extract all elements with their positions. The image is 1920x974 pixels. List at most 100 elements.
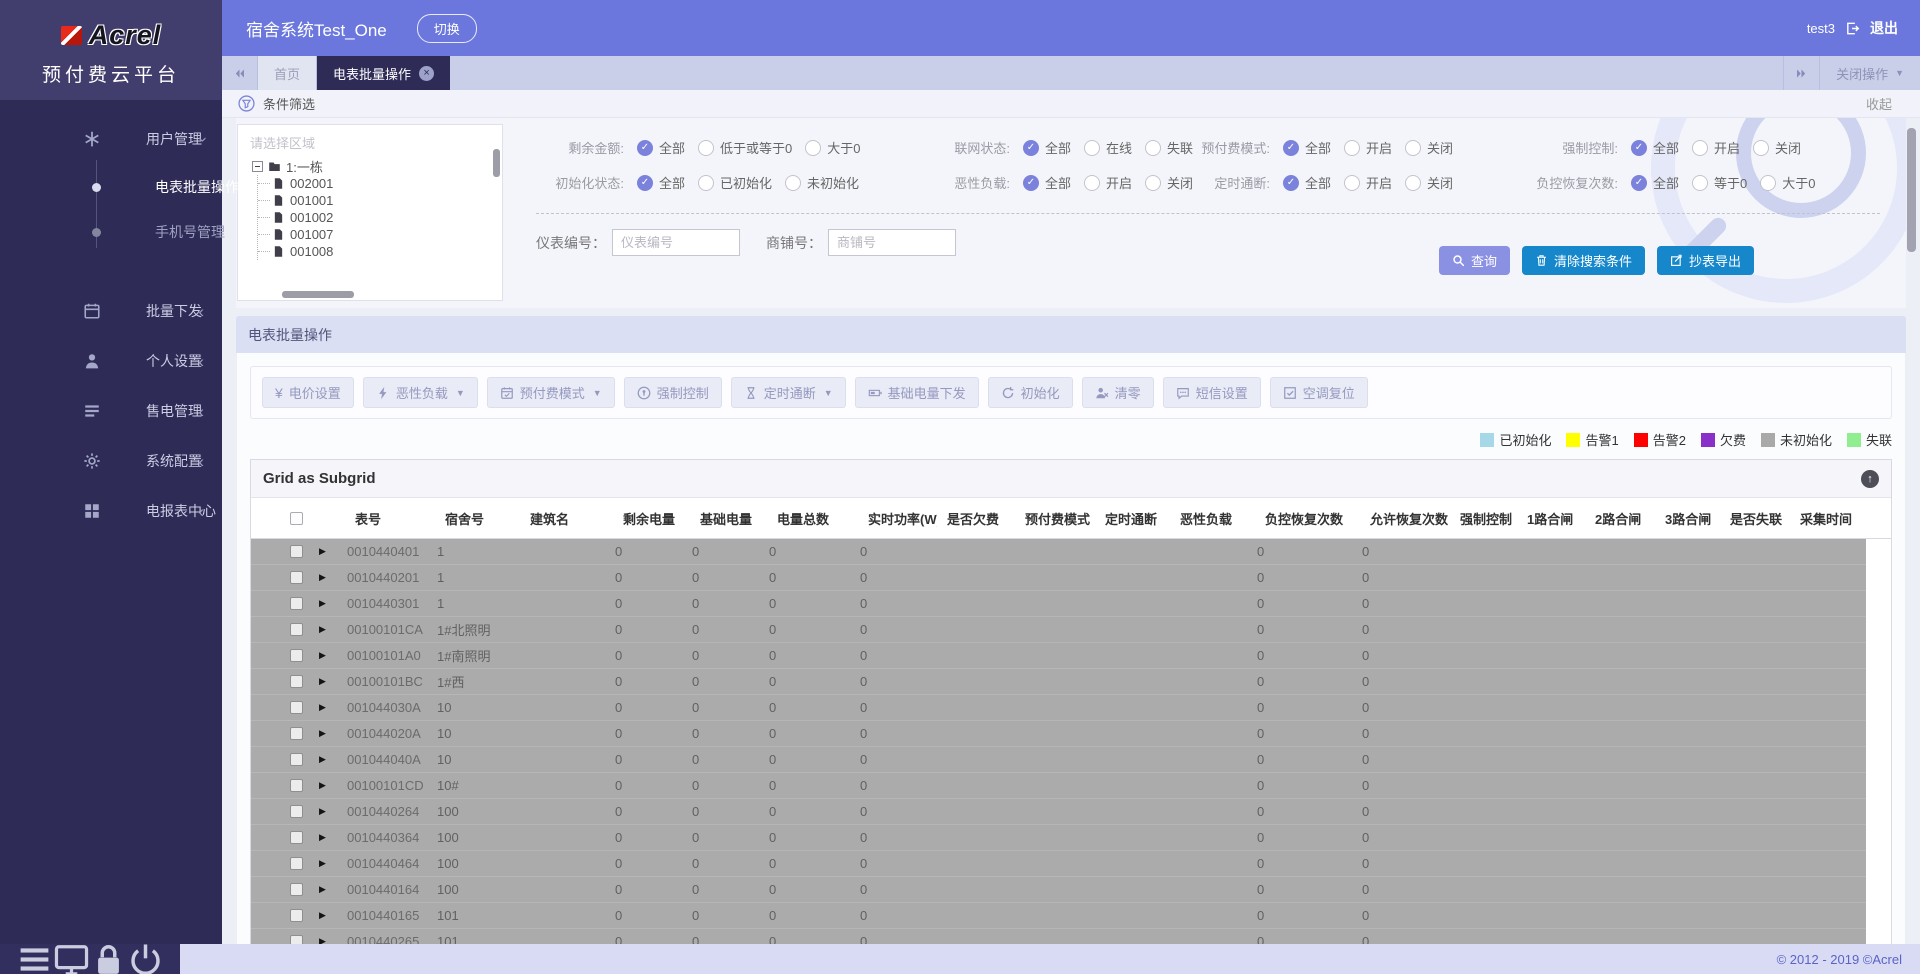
radio-option[interactable]: 关闭 xyxy=(1753,138,1801,157)
radio-option[interactable]: ✓全部 xyxy=(1283,173,1331,192)
radio-option[interactable]: ✓全部 xyxy=(1631,138,1679,157)
row-checkbox[interactable] xyxy=(290,675,303,688)
column-header-17[interactable]: 是否失联 xyxy=(1720,509,1790,528)
column-header-5[interactable]: 电量总数 xyxy=(767,509,858,528)
row-checkbox[interactable] xyxy=(290,545,303,558)
row-checkbox[interactable] xyxy=(290,753,303,766)
toolbar-button-1[interactable]: 恶性负载▼ xyxy=(363,377,478,408)
radio-checked-icon[interactable]: ✓ xyxy=(1023,140,1039,156)
radio-option[interactable]: 关闭 xyxy=(1405,138,1453,157)
row-checkbox[interactable] xyxy=(290,805,303,818)
toolbar-button-9[interactable]: 空调复位 xyxy=(1270,377,1368,408)
grid-collapse-icon[interactable]: ↑ xyxy=(1861,470,1879,488)
expand-row-icon[interactable]: ▶ xyxy=(319,885,326,894)
switch-system-button[interactable]: 切换 xyxy=(417,14,477,43)
shop-no-input[interactable] xyxy=(828,229,956,256)
row-checkbox[interactable] xyxy=(290,623,303,636)
radio-icon[interactable] xyxy=(698,140,714,156)
radio-option[interactable]: 等于0 xyxy=(1692,173,1747,192)
radio-option[interactable]: 大于0 xyxy=(1760,173,1815,192)
expand-row-icon[interactable]: ▶ xyxy=(319,911,326,920)
radio-option[interactable]: 在线 xyxy=(1084,138,1132,157)
radio-option[interactable]: 开启 xyxy=(1084,173,1132,192)
column-header-4[interactable]: 基础电量 xyxy=(690,509,767,528)
radio-checked-icon[interactable]: ✓ xyxy=(1283,140,1299,156)
radio-option[interactable]: 未初始化 xyxy=(785,173,859,192)
expand-row-icon[interactable]: ▶ xyxy=(319,781,326,790)
tab-1[interactable]: 电表批量操作× xyxy=(317,56,450,90)
expand-row-icon[interactable]: ▶ xyxy=(319,547,326,556)
row-checkbox[interactable] xyxy=(290,701,303,714)
tree-node-0[interactable]: 002001 xyxy=(258,175,502,192)
sidebar-item-5[interactable]: 电报表中心‹ xyxy=(0,486,222,536)
filter-action-2[interactable]: 抄表导出 xyxy=(1657,246,1754,275)
row-checkbox[interactable] xyxy=(290,597,303,610)
radio-option[interactable]: ✓全部 xyxy=(1023,138,1071,157)
radio-icon[interactable] xyxy=(1753,140,1769,156)
filter-action-0[interactable]: 查询 xyxy=(1439,246,1510,275)
column-header-0[interactable]: 表号 xyxy=(345,509,435,528)
toolbar-button-5[interactable]: 基础电量下发 xyxy=(855,377,979,408)
radio-option[interactable]: 开启 xyxy=(1344,173,1392,192)
column-header-1[interactable]: 宿舍号 xyxy=(435,509,520,528)
tree-node-4[interactable]: 001008 xyxy=(258,243,502,260)
radio-checked-icon[interactable]: ✓ xyxy=(1631,175,1647,191)
column-header-6[interactable]: 实时功率(W) xyxy=(858,509,937,528)
radio-icon[interactable] xyxy=(1405,140,1421,156)
expand-row-icon[interactable]: ▶ xyxy=(319,625,326,634)
radio-checked-icon[interactable]: ✓ xyxy=(1283,175,1299,191)
radio-icon[interactable] xyxy=(1692,140,1708,156)
radio-icon[interactable] xyxy=(805,140,821,156)
column-header-9[interactable]: 定时通断 xyxy=(1095,509,1170,528)
row-checkbox[interactable] xyxy=(290,779,303,792)
radio-icon[interactable] xyxy=(1405,175,1421,191)
tree-horizontal-scrollbar[interactable] xyxy=(282,291,354,298)
sidebar-subitem-1[interactable]: 手机号管理 xyxy=(0,209,222,254)
sidebar-item-3[interactable]: 售电管理‹ xyxy=(0,386,222,436)
tabs-scroll-left-button[interactable] xyxy=(222,56,258,90)
tree-root-node[interactable]: 1:一栋 xyxy=(252,157,502,175)
column-header-7[interactable]: 是否欠费 xyxy=(937,509,1015,528)
tree-node-3[interactable]: 001007 xyxy=(258,226,502,243)
row-checkbox[interactable] xyxy=(290,727,303,740)
select-all-checkbox[interactable] xyxy=(290,512,303,525)
column-header-11[interactable]: 负控恢复次数 xyxy=(1255,509,1360,528)
radio-checked-icon[interactable]: ✓ xyxy=(637,175,653,191)
tree-node-1[interactable]: 001001 xyxy=(258,192,502,209)
footer-power-button[interactable] xyxy=(127,941,164,974)
column-header-8[interactable]: 预付费模式 xyxy=(1015,509,1095,528)
tree-collapse-icon[interactable] xyxy=(252,161,263,172)
column-header-2[interactable]: 建筑名 xyxy=(520,509,613,528)
radio-icon[interactable] xyxy=(1145,140,1161,156)
expand-row-icon[interactable]: ▶ xyxy=(319,859,326,868)
column-header-16[interactable]: 3路合闸 xyxy=(1655,509,1720,528)
close-operations-dropdown[interactable]: 关闭操作 ▼ xyxy=(1819,56,1920,90)
expand-row-icon[interactable]: ▶ xyxy=(319,755,326,764)
radio-checked-icon[interactable]: ✓ xyxy=(1631,140,1647,156)
filter-card-scrollbar[interactable] xyxy=(1907,128,1916,252)
meter-no-input[interactable] xyxy=(612,229,740,256)
sidebar-item-0[interactable]: 用户管理‹ xyxy=(0,114,222,164)
toolbar-button-4[interactable]: 定时通断▼ xyxy=(731,377,846,408)
expand-row-icon[interactable]: ▶ xyxy=(319,703,326,712)
radio-option[interactable]: 已初始化 xyxy=(698,173,772,192)
radio-option[interactable]: 开启 xyxy=(1692,138,1740,157)
radio-icon[interactable] xyxy=(785,175,801,191)
column-header-3[interactable]: 剩余电量 xyxy=(613,509,690,528)
row-checkbox[interactable] xyxy=(290,571,303,584)
radio-option[interactable]: 关闭 xyxy=(1405,173,1453,192)
footer-menu-button[interactable] xyxy=(16,941,53,974)
logout-button[interactable]: 退出 xyxy=(1870,18,1898,38)
column-header-14[interactable]: 1路合闸 xyxy=(1517,509,1585,528)
radio-option[interactable]: ✓全部 xyxy=(1023,173,1071,192)
tree-vertical-scrollbar[interactable] xyxy=(493,149,500,177)
expand-row-icon[interactable]: ▶ xyxy=(319,599,326,608)
sidebar-item-4[interactable]: 系统配置‹ xyxy=(0,436,222,486)
toolbar-button-6[interactable]: 初始化 xyxy=(988,377,1073,408)
expand-row-icon[interactable]: ▶ xyxy=(319,833,326,842)
row-checkbox[interactable] xyxy=(290,831,303,844)
toolbar-button-3[interactable]: 强制控制 xyxy=(624,377,722,408)
radio-icon[interactable] xyxy=(1692,175,1708,191)
radio-option[interactable]: 大于0 xyxy=(805,138,860,157)
row-checkbox[interactable] xyxy=(290,857,303,870)
